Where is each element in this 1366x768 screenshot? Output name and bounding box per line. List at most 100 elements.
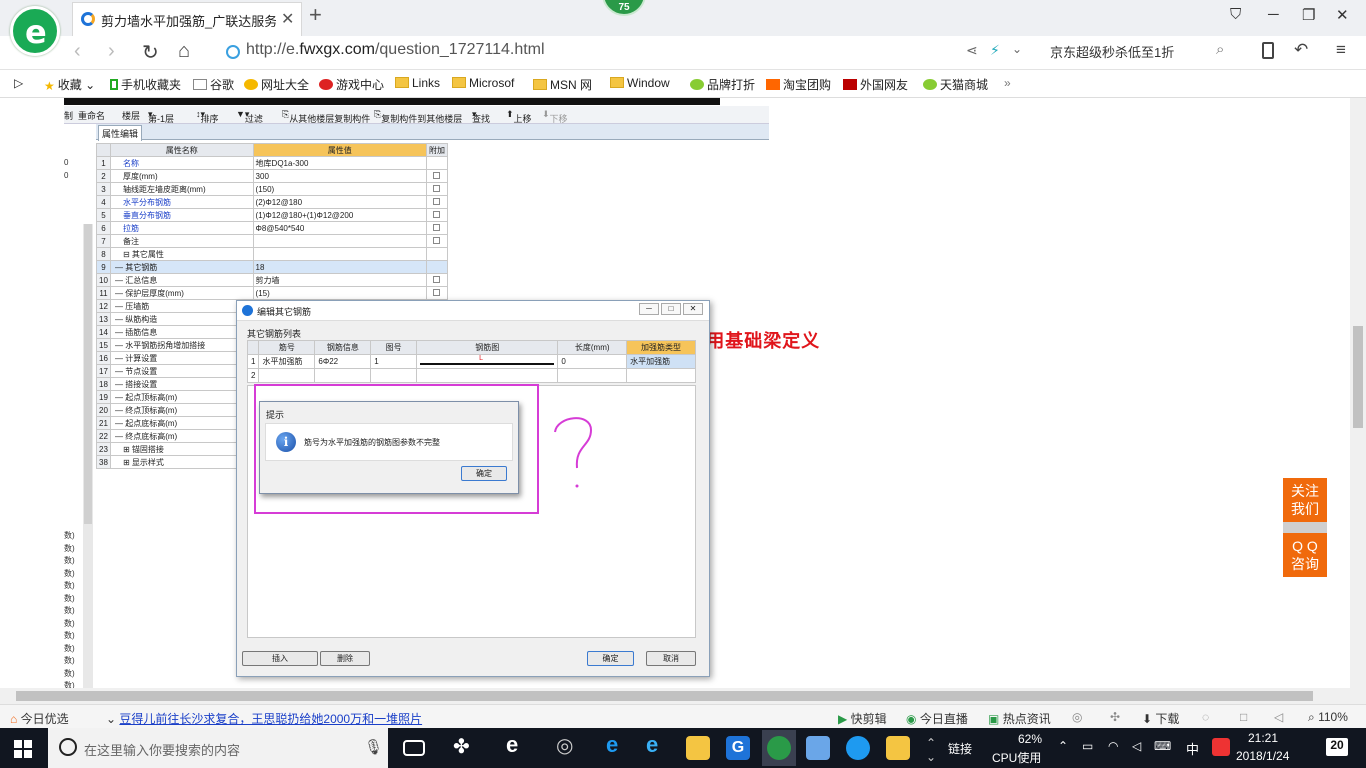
swirl-app-icon[interactable]: ◎ (556, 733, 580, 757)
ie-icon[interactable]: e (646, 732, 670, 757)
toolbar-floor[interactable]: 楼层 (122, 109, 140, 122)
new-tab-icon[interactable]: + (309, 2, 322, 28)
table-row[interactable]: 3 轴线距左墙皮距离(mm) (150) (96, 182, 449, 196)
page-vertical-scrollbar[interactable] (1350, 98, 1366, 688)
table-row[interactable]: 10— 汇总信息 剪力墙 (96, 273, 449, 287)
microphone-icon[interactable]: 🎙 (364, 738, 383, 756)
bookmark-google[interactable]: 谷歌 (193, 76, 234, 93)
table-row[interactable]: 9— 其它钢筋 18 (96, 260, 449, 274)
attach-checkbox[interactable] (433, 236, 441, 244)
table-row[interactable]: 2 (246, 368, 696, 383)
tab-property-edit[interactable]: 属性编辑 (98, 125, 143, 141)
window-icon[interactable]: □ (1240, 710, 1247, 724)
bookmark-foreign[interactable]: 外国网友 (843, 76, 908, 93)
table-row[interactable]: 8 ⊟ 其它属性 (96, 247, 449, 261)
bookmark-msn[interactable]: MSN 网 (533, 76, 592, 93)
insert-button[interactable]: 插入 (242, 651, 318, 666)
fan-app-icon[interactable]: ✤ (453, 734, 477, 758)
browser-tab[interactable]: 剪力墙水平加强筋_广联达服务新 ✕ (72, 2, 302, 36)
dialog-maximize-button[interactable]: □ (661, 303, 681, 315)
speed-icon[interactable]: ◎ (1072, 710, 1082, 724)
cpu-meter[interactable]: 62% (1018, 732, 1042, 746)
toolbar-sort[interactable]: ↕ 排序 ▾ (196, 109, 219, 124)
attach-checkbox[interactable] (433, 275, 441, 283)
home-icon[interactable]: ⌂ (178, 40, 190, 63)
battery-icon[interactable]: ▭ (1082, 739, 1093, 753)
property-scrollbar[interactable] (83, 224, 93, 688)
restore-icon[interactable]: ❐ (1302, 6, 1315, 24)
attach-checkbox[interactable] (433, 184, 441, 192)
app-window-icon[interactable] (806, 736, 830, 760)
ime-indicator[interactable]: 中 (1186, 739, 1199, 758)
toolbar-move-up[interactable]: ⬆ 上移 (506, 109, 532, 124)
table-row[interactable]: 1 名称 地库DQ1a-300 (96, 156, 449, 170)
clock-date[interactable]: 2018/1/24 (1236, 749, 1289, 763)
notification-count[interactable]: 20 (1326, 738, 1348, 756)
more-bookmarks-icon[interactable]: » (1004, 76, 1011, 90)
links-toolbar[interactable]: 链接 (948, 740, 972, 757)
dialog-close-button[interactable]: ✕ (683, 303, 703, 315)
attach-checkbox[interactable] (433, 197, 441, 205)
table-row[interactable]: 1 水平加强筋 6Φ22 1 L 0 水平加强筋 (246, 354, 696, 369)
clock-time[interactable]: 21:21 (1248, 731, 1278, 745)
keyboard-icon[interactable]: ⌨ (1154, 739, 1171, 753)
glodon-icon[interactable]: G (726, 736, 750, 760)
zoom-level[interactable]: ⌕ 110% (1308, 710, 1348, 725)
table-row[interactable]: 5 垂直分布钢筋 (1)Φ12@180+(1)Φ12@200 (96, 208, 449, 222)
follow-us-button[interactable]: 关注 我们 (1283, 478, 1327, 522)
table-row[interactable]: 4 水平分布钢筋 (2)Φ12@180 (96, 195, 449, 209)
toolbar-find[interactable]: 查找 ▾ (472, 109, 490, 124)
toolbar-filter[interactable]: ▼ 过滤 ▾ (236, 109, 263, 124)
shirt-icon[interactable]: ⛉ (1230, 6, 1241, 23)
browser-e-icon[interactable]: e (506, 732, 530, 757)
bookmark-tmall[interactable]: 天猫商城 (923, 76, 988, 93)
sync-app-icon[interactable] (846, 736, 870, 760)
table-row[interactable]: 7 备注 (96, 234, 449, 248)
delete-button[interactable]: 删除 (320, 651, 370, 666)
toolbar-rename[interactable]: 重命名 (78, 109, 105, 122)
security-icon[interactable] (226, 45, 240, 59)
toolbar-floor-select[interactable]: 第-1层 ▾ (148, 109, 174, 124)
rebar-shape-cell[interactable]: L (416, 354, 559, 369)
back-icon[interactable]: ‹ (74, 40, 81, 63)
search-promo-text[interactable]: 京东超级秒杀低至1折 (1050, 42, 1174, 61)
chevron-down-icon[interactable]: ⌄ (1012, 42, 1022, 56)
undo-icon[interactable]: ↶ (1294, 40, 1308, 60)
qq-consult-button[interactable]: Q Q 咨询 (1283, 533, 1327, 577)
dialog-minimize-button[interactable]: ─ (639, 303, 659, 315)
clean-icon[interactable]: ◌ (1202, 710, 1209, 724)
search-icon[interactable]: ⌕ (1216, 41, 1224, 58)
cancel-button[interactable]: 取消 (646, 651, 696, 666)
notes-app-icon[interactable] (886, 736, 910, 760)
active-browser-task[interactable] (762, 730, 796, 766)
news-ticker[interactable]: ⌄ 豆得儿前往长沙求复合，王思聪扔给她2000万和一堆照片 (106, 710, 422, 727)
page-horizontal-scrollbar[interactable] (0, 688, 1366, 704)
lightning-icon[interactable]: ⚡ (990, 42, 1000, 59)
quick-clip[interactable]: ▶ 快剪辑 (838, 710, 887, 727)
file-explorer-icon[interactable] (686, 736, 710, 760)
windows-start-icon[interactable] (14, 740, 32, 758)
bookmark-favorites[interactable]: ★ 收藏 ⌄ (44, 76, 95, 93)
edge-icon[interactable]: e (606, 732, 630, 757)
daily-picks[interactable]: ⌂ 今日优选 (10, 710, 69, 727)
refresh-icon[interactable]: ↻ (142, 40, 159, 65)
task-view-icon[interactable] (403, 740, 425, 756)
wifi-icon[interactable]: ◠ (1108, 739, 1118, 753)
sidebar-toggle-icon[interactable]: ▷ (14, 76, 23, 90)
volume-icon[interactable]: ◁ (1274, 710, 1283, 724)
sogou-icon[interactable] (1212, 738, 1230, 756)
today-live[interactable]: ◉ 今日直播 (906, 710, 968, 727)
bookmark-mobile[interactable]: 手机收藏夹 (110, 76, 181, 93)
toolbar-copy-from[interactable]: ⎘ 从其他楼层复制构件 (282, 109, 370, 124)
attach-checkbox[interactable] (433, 210, 441, 218)
taskbar-search-box[interactable]: 在这里输入你要搜索的内容 🎙 (48, 728, 388, 768)
bookmark-taobao[interactable]: 淘宝团购 (766, 76, 831, 93)
forward-icon[interactable]: › (108, 40, 115, 63)
browser-logo[interactable]: e (10, 6, 60, 56)
ok-button[interactable]: 确定 (587, 651, 634, 666)
hot-news[interactable]: ▣ 热点资讯 (988, 710, 1051, 727)
toolbar-copy-to[interactable]: ⎘ 复制构件到其他楼层 (374, 109, 462, 124)
tray-expand-icon[interactable]: ⌃ ⌄ (926, 736, 936, 764)
bookmark-microsoft[interactable]: Microsof (452, 76, 514, 90)
share-icon[interactable]: ⋖ (966, 42, 978, 59)
